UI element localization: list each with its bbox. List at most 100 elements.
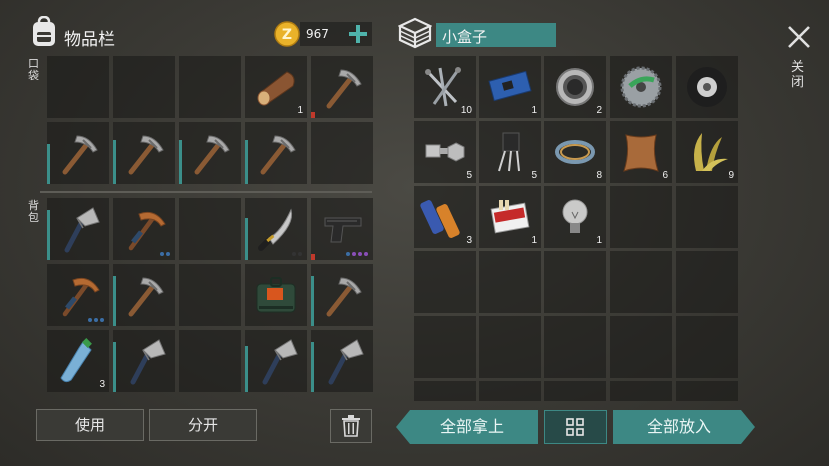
container-slot[interactable] [676, 251, 738, 313]
item-count: 1 [596, 235, 602, 246]
item-count: 3 [466, 235, 472, 246]
container-slot[interactable] [544, 381, 606, 401]
water-bottle-icon [60, 338, 92, 383]
container-slot[interactable]: 10 [414, 56, 476, 118]
trash-button[interactable] [330, 409, 372, 443]
pickaxe-icon [128, 277, 164, 317]
container-slot[interactable] [414, 316, 476, 378]
put-all-label: 全部放入 [646, 417, 711, 436]
backpack-slot[interactable]: 3 [47, 330, 109, 392]
container-slot[interactable]: 1 [479, 186, 541, 248]
pocket-slot[interactable] [179, 122, 241, 184]
container-slot[interactable] [479, 381, 541, 401]
pocket-slot[interactable] [47, 122, 109, 184]
pistol-icon [324, 217, 362, 243]
durability-bar [245, 346, 248, 392]
coin-count: 967 [306, 27, 329, 41]
backpack-slot[interactable] [245, 330, 307, 392]
item-count: 9 [728, 170, 734, 181]
container-slot[interactable] [544, 316, 606, 378]
rarity-dots [346, 252, 368, 256]
container-slot[interactable]: 2 [544, 56, 606, 118]
backpack-slot[interactable] [179, 330, 241, 392]
durability-bar [113, 276, 116, 326]
backpack-slot[interactable] [311, 264, 373, 326]
container-slot[interactable] [414, 251, 476, 313]
backpack-slot[interactable] [245, 264, 307, 326]
pocket-slot[interactable]: 1 [245, 56, 307, 118]
container-slot[interactable]: 5 [414, 121, 476, 183]
durability-bar [47, 210, 50, 260]
item-count: 8 [596, 170, 602, 181]
container-slot[interactable] [479, 251, 541, 313]
leather-icon [623, 134, 659, 172]
item-count: 5 [531, 170, 537, 181]
backpack-section-label: 背包 [28, 199, 39, 224]
backpack-slot[interactable] [47, 198, 109, 260]
container-slot[interactable] [676, 186, 738, 248]
container-slot[interactable] [676, 56, 738, 118]
backpack-slot[interactable] [311, 198, 373, 260]
container-slot[interactable] [610, 56, 672, 118]
inventory-title: 物品栏 [64, 30, 115, 50]
use-button[interactable]: 使用 [36, 409, 144, 441]
backpack-slot[interactable] [245, 198, 307, 260]
container-slot[interactable]: 3 [414, 186, 476, 248]
container-slot[interactable] [610, 251, 672, 313]
copper-pickaxe-icon [128, 211, 166, 251]
backpack-slot[interactable] [113, 330, 175, 392]
backpack-slot[interactable] [179, 198, 241, 260]
container-slot[interactable] [414, 381, 476, 401]
copper-pickaxe-icon [62, 277, 100, 317]
bearing-icon [556, 68, 594, 106]
pocket-slot[interactable] [311, 122, 373, 184]
backpack-slot[interactable] [47, 264, 109, 326]
item-count: 3 [99, 379, 105, 390]
backpack-slot[interactable] [311, 330, 373, 392]
sort-button[interactable] [544, 410, 607, 444]
log-icon [257, 71, 295, 106]
pocket-backpack-divider [40, 191, 372, 193]
container-slot[interactable]: 8 [544, 121, 606, 183]
container-slot[interactable] [610, 186, 672, 248]
backpack-slot[interactable] [113, 198, 175, 260]
wire-icon [555, 140, 595, 164]
container-slot[interactable] [676, 316, 738, 378]
container-slot[interactable]: 6 [610, 121, 672, 183]
durability-bar [311, 342, 314, 392]
container-slot[interactable] [479, 316, 541, 378]
machete-icon [258, 208, 293, 251]
item-count: 6 [662, 170, 668, 181]
pocket-slot[interactable] [113, 56, 175, 118]
coin-icon: Z [274, 21, 300, 47]
pocket-slot[interactable] [179, 56, 241, 118]
container-slot[interactable]: 1 [479, 56, 541, 118]
low-durability-marker [311, 112, 315, 118]
pocket-slot[interactable] [113, 122, 175, 184]
durability-bar [245, 140, 248, 184]
split-button[interactable]: 分开 [149, 409, 257, 441]
put-all-button[interactable]: 全部放入 [613, 410, 755, 444]
container-slot[interactable]: 9 [676, 121, 738, 183]
add-coins-button[interactable] [346, 22, 370, 46]
take-all-label: 全部拿上 [439, 417, 504, 436]
pickaxe-icon [194, 135, 230, 175]
container-slot[interactable] [610, 381, 672, 401]
close-button[interactable]: 关闭 [784, 22, 814, 102]
transistor-icon [498, 132, 520, 172]
container-slot[interactable] [676, 381, 738, 401]
pocket-slot[interactable] [311, 56, 373, 118]
axe-icon [328, 339, 364, 385]
backpack-slot[interactable] [113, 264, 175, 326]
container-slot[interactable] [610, 316, 672, 378]
pocket-slot[interactable] [245, 122, 307, 184]
pocket-slot[interactable] [47, 56, 109, 118]
container-slot[interactable] [544, 251, 606, 313]
container-slot[interactable]: 5 [479, 121, 541, 183]
durability-bar [179, 140, 182, 184]
take-all-button[interactable]: 全部拿上 [396, 410, 538, 444]
container-slot[interactable]: 1 [544, 186, 606, 248]
backpack-slot[interactable] [179, 264, 241, 326]
light-bulb-icon [562, 199, 588, 233]
grid-sort-icon [566, 418, 584, 436]
